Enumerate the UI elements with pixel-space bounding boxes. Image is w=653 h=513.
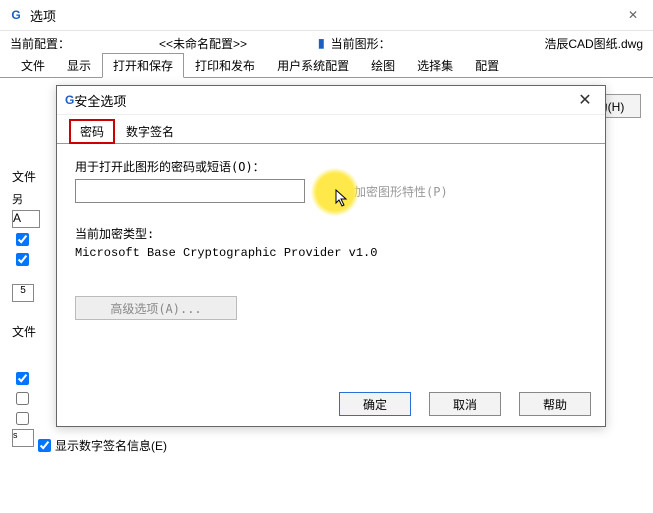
encryption-type-label: 当前加密类型: [75,225,587,242]
titlebar: G 选项 ✕ [0,0,653,31]
encrypt-properties-row: 加密图形特性(P) [333,182,448,201]
num-peek[interactable]: 5 [12,284,34,302]
dialog-help-button[interactable]: 帮助 [519,392,591,416]
tab-digital-signature[interactable]: 数字签名 [115,119,185,144]
digital-signature-check-row: 显示数字签名信息(E) [34,436,167,455]
dialog-button-row: 确定 取消 帮助 [339,392,591,416]
dialog-titlebar: G 安全选项 ✕ [57,86,605,115]
password-input[interactable] [75,179,305,203]
show-digital-signature-label: 显示数字签名信息(E) [55,437,167,454]
info-row: 当前配置： <<未命名配置>> ▮ 当前图形： 浩辰CAD图纸.dwg [0,31,653,55]
dialog-tabs: 密码 数字签名 [57,121,605,144]
security-options-dialog: G 安全选项 ✕ 密码 数字签名 用于打开此图形的密码或短语(O)： 加密图形特… [56,85,606,427]
advanced-options-button[interactable]: 高级选项(A)... [75,296,237,320]
dialog-cancel-button[interactable]: 取消 [429,392,501,416]
encryption-type-value: Microsoft Base Cryptographic Provider v1… [75,246,587,260]
check-peek-5[interactable] [16,412,29,425]
tab-display[interactable]: 显示 [56,53,102,78]
check-peek-1[interactable] [16,233,29,246]
current-config-name: <<未命名配置>> [98,35,308,52]
password-row: 加密图形特性(P) [75,179,587,203]
dialog-ok-button[interactable]: 确定 [339,392,411,416]
group1-label-cut: 文件 [12,168,42,185]
show-digital-signature-checkbox[interactable] [38,439,51,452]
current-drawing-label: 当前图形： [331,35,391,52]
combo-peek-2[interactable]: s [12,429,34,447]
main-tabs: 文件 显示 打开和保存 打印和发布 用户系统配置 绘图 选择集 配置 [0,55,653,78]
tab-config[interactable]: 配置 [464,53,510,78]
tab-user-system[interactable]: 用户系统配置 [266,53,360,78]
encrypt-properties-checkbox[interactable] [337,185,350,198]
current-drawing-file: 浩辰CAD图纸.dwg [544,35,643,52]
options-window: G 选项 ✕ 当前配置： <<未命名配置>> ▮ 当前图形： 浩辰CAD图纸.d… [0,0,653,513]
encrypt-properties-label: 加密图形特性(P) [354,183,448,200]
check-peek-3[interactable] [16,372,29,385]
check-peek-4[interactable] [16,392,29,405]
tab-file[interactable]: 文件 [10,53,56,78]
left-column-peek: 文件 另 A 5 文件 s [12,168,42,448]
tab-draw[interactable]: 绘图 [360,53,406,78]
check-peek-2[interactable] [16,253,29,266]
combo-peek[interactable]: A [12,210,40,228]
dialog-content: 用于打开此图形的密码或短语(O)： 加密图形特性(P) 当前加密类型: Micr… [57,144,605,334]
app-logo-icon: G [8,7,24,23]
password-label: 用于打开此图形的密码或短语(O)： [75,158,587,175]
tab-selection[interactable]: 选择集 [406,53,464,78]
tab-password[interactable]: 密码 [69,119,115,144]
window-title: 选项 [30,6,621,25]
dialog-logo-icon: G [65,93,74,107]
group2-label-cut: 文件 [12,323,42,340]
dialog-title: 安全选项 [74,91,573,110]
window-close-icon[interactable]: ✕ [621,3,645,27]
dialog-close-icon[interactable]: ✕ [573,88,597,112]
drawing-icon: ▮ [318,36,325,50]
tab-print[interactable]: 打印和发布 [184,53,266,78]
current-config-label: 当前配置： [10,35,70,52]
tab-open-save[interactable]: 打开和保存 [102,53,184,78]
